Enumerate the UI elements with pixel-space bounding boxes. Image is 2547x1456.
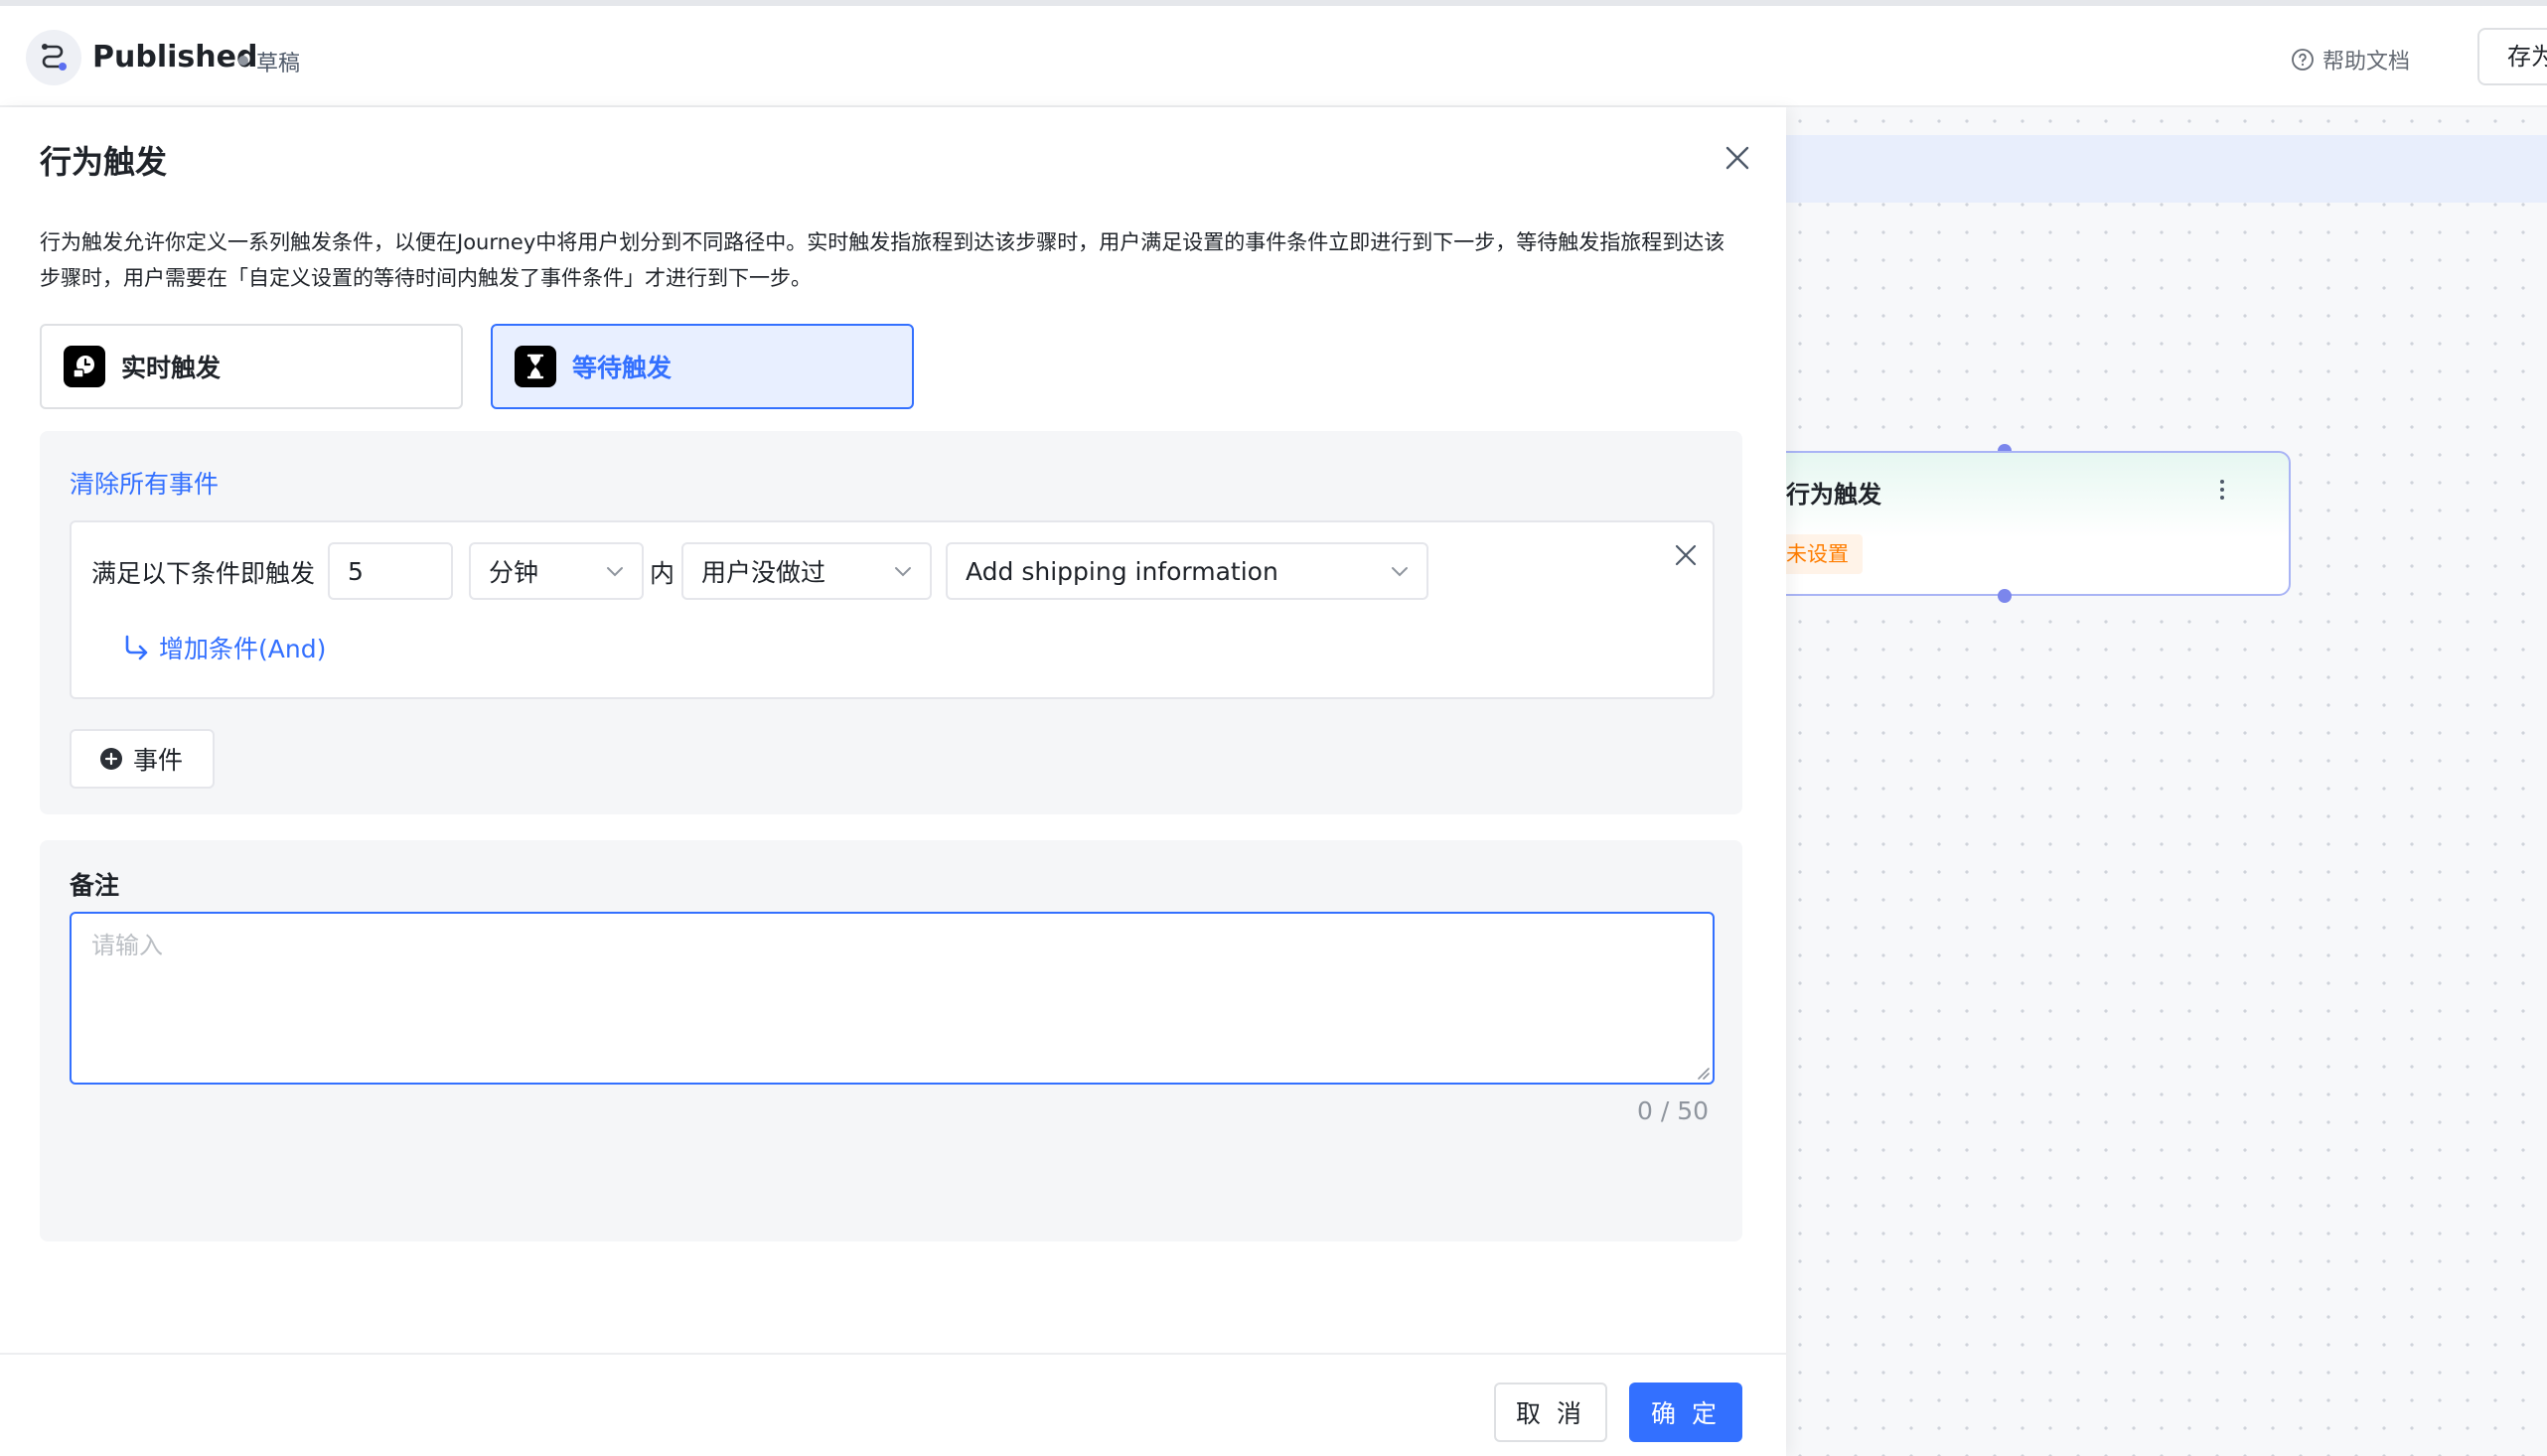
- chevron-down-icon: [895, 567, 911, 577]
- status-dot: [238, 56, 248, 66]
- cancel-button[interactable]: 取 消: [1494, 1383, 1607, 1442]
- node-title: 行为触发: [1786, 481, 1881, 509]
- journey-canvas[interactable]: 行为触发 未设置: [1786, 107, 2547, 1456]
- hourglass-icon: [515, 346, 556, 387]
- node-status-tag: 未设置: [1786, 534, 1863, 574]
- event-value: Add shipping information: [966, 556, 1278, 586]
- help-docs-label: 帮助文档: [2322, 50, 2411, 74]
- action-value: 用户没做过: [701, 558, 826, 587]
- corner-down-right-icon: [125, 635, 148, 660]
- mode-wait-card[interactable]: 等待触发: [491, 324, 914, 409]
- add-and-label: 增加条件(And): [159, 635, 327, 663]
- notes-textarea[interactable]: [70, 912, 1715, 1085]
- chevron-down-icon: [607, 567, 623, 577]
- drawer-description: 行为触发允许你定义一系列触发条件，以便在Journey中将用户划分到不同路径中。…: [40, 230, 1725, 290]
- mode-wait-label: 等待触发: [572, 354, 673, 382]
- behavior-trigger-node[interactable]: 行为触发 未设置: [1786, 451, 2291, 596]
- more-vertical-icon[interactable]: [2207, 475, 2237, 505]
- notes-title: 备注: [70, 871, 120, 900]
- save-as-button[interactable]: 存为: [2477, 28, 2547, 85]
- add-event-button[interactable]: 事件: [70, 729, 215, 789]
- status-badge: 草稿: [256, 52, 301, 76]
- help-circle-icon: [2292, 49, 2314, 71]
- help-docs-link[interactable]: 帮助文档: [2291, 44, 2410, 75]
- notes-panel: 备注 0 / 50: [40, 840, 1742, 1241]
- journey-logo-icon: [26, 30, 81, 85]
- behavior-trigger-drawer: 行为触发 行为触发允许你定义一系列触发条件，以便在Journey中将用户划分到不…: [0, 107, 1786, 1456]
- within-label: 内: [650, 559, 675, 588]
- clear-all-events-link[interactable]: 清除所有事件: [70, 465, 219, 501]
- add-and-condition-link[interactable]: 增加条件(And): [121, 630, 326, 665]
- mode-realtime-label: 实时触发: [121, 354, 222, 382]
- drawer-title: 行为触发: [40, 143, 168, 181]
- plus-circle-icon: [100, 748, 122, 770]
- wait-amount-input[interactable]: [328, 542, 453, 600]
- time-unit-select[interactable]: 分钟: [469, 542, 644, 600]
- resize-grip-icon[interactable]: [1693, 1063, 1711, 1081]
- char-counter: 0 / 50: [1637, 1096, 1710, 1125]
- mode-realtime-card[interactable]: 实时触发: [40, 324, 463, 409]
- app-title: Published: [92, 40, 258, 74]
- node-output-port[interactable]: [1998, 589, 2012, 603]
- condition-prefix-label: 满足以下条件即触发: [91, 559, 316, 588]
- events-panel: 清除所有事件 满足以下条件即触发 分钟 内 用户没做过 Add shipping…: [40, 431, 1742, 814]
- canvas-highlight-band: [1786, 135, 2547, 203]
- confirm-button[interactable]: 确 定: [1629, 1383, 1742, 1442]
- remove-condition-close-icon[interactable]: [1673, 542, 1699, 568]
- drawer-footer: 取 消 确 定: [0, 1353, 1786, 1456]
- action-select[interactable]: 用户没做过: [681, 542, 932, 600]
- event-select[interactable]: Add shipping information: [946, 542, 1428, 600]
- close-icon[interactable]: [1723, 143, 1752, 173]
- add-event-label: 事件: [133, 746, 184, 775]
- time-unit-value: 分钟: [489, 558, 539, 587]
- realtime-clock-icon: [64, 346, 105, 387]
- chevron-down-icon: [1392, 567, 1408, 577]
- top-header: Published 草稿 帮助文档 存为: [0, 6, 2547, 107]
- event-condition-card: 满足以下条件即触发 分钟 内 用户没做过 Add shipping inform…: [70, 520, 1715, 699]
